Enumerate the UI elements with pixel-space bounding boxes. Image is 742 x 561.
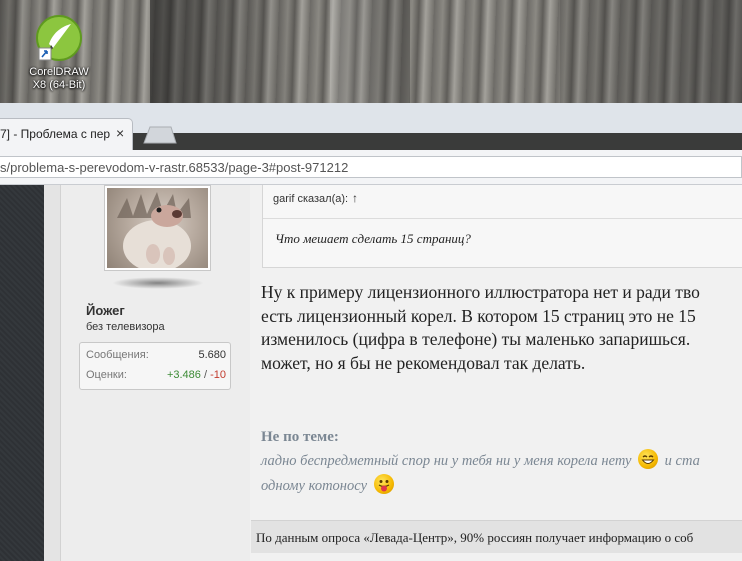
offtopic-line-1-end: и ста	[664, 453, 700, 469]
avatar[interactable]	[104, 185, 211, 271]
ratings-separator: /	[203, 369, 208, 381]
offtopic-line-1: ладно беспредметный спор ни у тебя ни у …	[261, 453, 632, 469]
coreldraw-icon	[35, 14, 83, 62]
user-title: без телевизора	[86, 321, 165, 333]
new-tab-button[interactable]	[143, 126, 177, 144]
page-background-left	[0, 185, 44, 561]
message-line: Ну к примеру лицензионного иллюстратора …	[261, 282, 700, 302]
post-message: Ну к примеру лицензионного иллюстратора …	[261, 281, 742, 375]
ratings-negative: -10	[210, 369, 226, 381]
message-line: есть лицензионный корел. В котором 15 ст…	[261, 305, 696, 326]
quote-author: garif сказал(а):	[273, 193, 349, 205]
quote-block: garif сказал(а): ↑ Что мешает сделать 15…	[262, 185, 742, 268]
stat-row-messages: Сообщения: 5.680	[86, 349, 226, 365]
offtopic-line-2: одному котоносу	[261, 478, 368, 494]
stat-value-ratings: +3.486 / -10	[167, 369, 226, 381]
desktop-wallpaper	[0, 0, 742, 110]
signature-text: По данным опроса «Левада-Центр», 90% рос…	[256, 530, 694, 545]
offtopic-title: Не по теме:	[261, 429, 339, 445]
stat-label-messages: Сообщения:	[86, 349, 149, 361]
desktop-icon-coreldraw[interactable]: CorelDRAW X8 (64-Bit)	[24, 14, 94, 92]
offtopic-text: ладно беспредметный спор ни у тебя ни у …	[261, 449, 742, 499]
laughing-smiley-icon	[638, 449, 659, 469]
username[interactable]: Йожег	[86, 303, 125, 318]
stat-value-messages[interactable]: 5.680	[198, 349, 226, 361]
post-signature: По данным опроса «Левада-Центр», 90% рос…	[251, 520, 742, 553]
ratings-positive: +3.486	[166, 369, 201, 381]
wallpaper-shadow-right	[560, 0, 742, 110]
tongue-smiley-icon	[373, 474, 394, 494]
tab-title: 7] - Проблема с пер	[0, 127, 111, 141]
wallpaper-highlight	[330, 0, 410, 110]
address-url: s/problema-s-perevodom-v-rastr.68533/pag…	[0, 160, 349, 175]
close-tab-icon[interactable]: ×	[116, 125, 124, 141]
desktop-icon-label: CorelDRAW X8 (64-Bit)	[29, 66, 89, 91]
avatar-shadow	[112, 277, 204, 289]
hedgehog-avatar-image	[107, 188, 208, 268]
message-line: может, но я бы не рекомендовал так делат…	[261, 352, 586, 373]
user-stats-box: Сообщения: 5.680 Оценки: +3.486 / -10	[79, 342, 231, 390]
toolbar: s/problema-s-perevodom-v-rastr.68533/pag…	[0, 150, 742, 185]
message-line: изменилось (цифра в телефоне) ты маленьк…	[261, 329, 691, 349]
quote-text: Что мешает сделать 15 страниц?	[275, 231, 471, 246]
stat-row-ratings: Оценки: +3.486 / -10	[86, 369, 226, 385]
browser-tab-active[interactable]: 7] - Проблема с пер ×	[0, 118, 133, 150]
quote-divider	[263, 218, 742, 219]
address-bar[interactable]: s/problema-s-perevodom-v-rastr.68533/pag…	[0, 156, 742, 178]
stat-label-ratings: Оценки:	[86, 369, 127, 381]
go-to-quote-arrow-icon[interactable]: ↑	[352, 191, 358, 205]
wallpaper-shadow	[150, 0, 320, 110]
web-page: Йожег без телевизора Сообщения: 5.680 Оц…	[0, 185, 742, 561]
page-background-edge	[44, 185, 61, 561]
